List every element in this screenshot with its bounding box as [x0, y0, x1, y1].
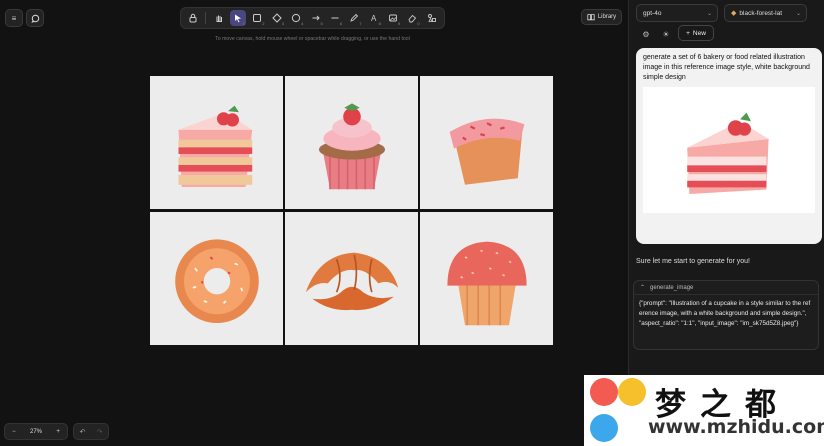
- strawberry-cupcake-image[interactable]: [285, 76, 418, 209]
- image-model-select[interactable]: ◆ black-forest-lat ⌄: [724, 4, 807, 22]
- ellipse-shortcut: 4: [301, 21, 304, 26]
- shapes-icon: [427, 14, 436, 22]
- text-tool[interactable]: A 8: [365, 10, 381, 27]
- cake-slice-illustration: [178, 105, 252, 187]
- text-icon: A: [371, 13, 377, 23]
- hand-icon: [216, 15, 222, 22]
- redo-icon[interactable]: ↷: [97, 428, 103, 436]
- image-model-select-value: black-forest-lat: [739, 9, 783, 17]
- eraser-shortcut: 0: [417, 21, 420, 26]
- strawberry-cake-slice-image[interactable]: [150, 76, 283, 209]
- muffin-image[interactable]: [420, 212, 553, 345]
- theme-button[interactable]: ☀: [659, 27, 673, 42]
- settings-button[interactable]: ⚙: [639, 27, 653, 42]
- drawing-toolbar: 1 2 3 4 5 6 7 A 8 9 0: [180, 7, 445, 29]
- draw-shortcut: 7: [359, 21, 362, 26]
- zoom-in-button[interactable]: +: [56, 429, 60, 435]
- zoom-control: − 27% +: [4, 423, 68, 440]
- chevron-down-icon: ⌄: [795, 11, 801, 17]
- assistant-reply: Sure let me start to generate for you!: [636, 258, 751, 265]
- chat-button[interactable]: [26, 9, 44, 27]
- line-icon: [331, 17, 339, 19]
- donut-image[interactable]: [150, 212, 283, 345]
- diamond-shortcut: 3: [281, 21, 284, 26]
- ellipse-icon: [292, 13, 301, 23]
- tool-call-header[interactable]: ⌃ generate_image: [634, 281, 818, 295]
- book-icon: [587, 14, 595, 21]
- user-message-text: generate a set of 6 bakery or food relat…: [643, 54, 810, 81]
- tool-call-body: {"prompt": "Illustration of a cupcake in…: [639, 300, 811, 327]
- select-shortcut: 1: [242, 21, 246, 26]
- canvas[interactable]: ≡ 1 2 3 4 5 6 7 A 8 9 0 To move canvas, …: [0, 0, 628, 446]
- image-icon: [389, 14, 398, 22]
- reference-cake-illustration: [687, 112, 769, 194]
- tool-call-title: generate_image: [650, 284, 694, 291]
- pencil-icon: [350, 13, 359, 22]
- chat-icon: [30, 14, 39, 23]
- app: ≡ 1 2 3 4 5 6 7 A 8 9 0 To move canvas, …: [0, 0, 824, 446]
- model-select-value: gpt-4o: [643, 9, 662, 17]
- line-shortcut: 6: [339, 21, 343, 26]
- plus-icon: +: [686, 29, 690, 37]
- new-chat-button[interactable]: + New: [678, 25, 714, 41]
- image-shortcut: 9: [398, 21, 401, 26]
- canvas-hint: To move canvas, hold mouse wheel or spac…: [215, 36, 410, 42]
- library-label: Library: [597, 14, 617, 20]
- toolbar-divider: [205, 12, 207, 24]
- eraser-icon: [408, 14, 417, 23]
- donut-illustration: [174, 238, 259, 323]
- diamond-icon: [272, 13, 282, 23]
- arrow-shortcut: 5: [320, 21, 323, 26]
- rectangle-shortcut: 2: [262, 21, 265, 26]
- text-shortcut: 8: [378, 21, 381, 26]
- image-tool[interactable]: 9: [385, 10, 401, 26]
- zoom-level[interactable]: 27%: [30, 429, 42, 435]
- arrow-icon: [312, 15, 320, 21]
- zoom-out-button[interactable]: −: [12, 429, 16, 435]
- hamburger-icon: ≡: [11, 13, 17, 23]
- more-tools[interactable]: [424, 10, 440, 26]
- history-controls: ↶ ↷: [73, 423, 109, 440]
- tool-call-card: ⌃ generate_image {"prompt": "Illustratio…: [633, 280, 819, 350]
- image-model-icon: ◆: [731, 10, 737, 17]
- lock-tool[interactable]: [185, 10, 201, 26]
- croissant-image[interactable]: [285, 212, 418, 345]
- red-bubble: [590, 378, 618, 406]
- watermark-url: www.mzhidu.com: [648, 416, 824, 438]
- user-message: generate a set of 6 bakery or food relat…: [636, 48, 822, 244]
- rectangle-icon: [253, 14, 262, 22]
- arrow-tool[interactable]: 5: [307, 10, 323, 26]
- ellipse-tool[interactable]: 4: [288, 10, 304, 26]
- chevron-down-icon: ⌄: [706, 11, 712, 17]
- generated-image-grid: [150, 76, 553, 345]
- muffin-illustration: [446, 241, 527, 325]
- menu-button[interactable]: ≡: [5, 9, 23, 27]
- sun-icon: ☀: [662, 30, 670, 39]
- select-tool[interactable]: 1: [229, 10, 247, 26]
- line-tool[interactable]: 6: [327, 10, 343, 26]
- yellow-bubble: [618, 378, 646, 406]
- croissant-illustration: [305, 252, 398, 310]
- new-chat-label: New: [692, 29, 706, 37]
- pound-cake-illustration: [449, 118, 524, 185]
- pointer-icon: [234, 14, 241, 23]
- undo-icon[interactable]: ↶: [80, 428, 86, 436]
- pound-cake-image[interactable]: [420, 76, 553, 209]
- hand-tool[interactable]: [210, 10, 226, 26]
- eraser-tool[interactable]: 0: [404, 10, 420, 26]
- model-select[interactable]: gpt-4o ⌄: [636, 4, 718, 22]
- diamond-tool[interactable]: 3: [269, 10, 285, 26]
- gear-icon: ⚙: [642, 30, 650, 39]
- cupcake-illustration: [318, 102, 385, 189]
- lock-icon: [189, 13, 197, 23]
- reference-image[interactable]: [643, 87, 815, 213]
- blue-bubble: [590, 414, 618, 442]
- library-button[interactable]: Library: [581, 9, 622, 25]
- draw-tool[interactable]: 7: [346, 10, 362, 26]
- chevron-up-icon: ⌃: [640, 285, 646, 291]
- rectangle-tool[interactable]: 2: [249, 10, 265, 26]
